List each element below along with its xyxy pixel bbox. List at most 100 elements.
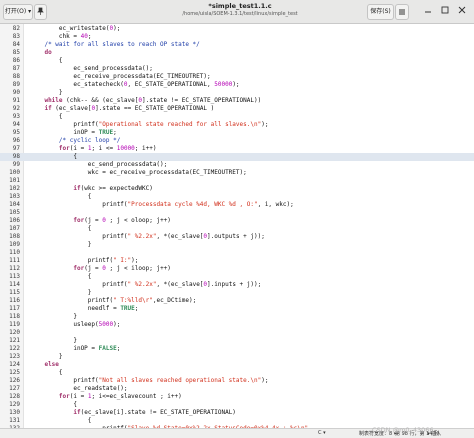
code-line[interactable]: 91 while (chk-- && (ec_slave[0].state !=…: [0, 97, 474, 105]
code-line[interactable]: 127 ec_readstate();: [0, 385, 474, 393]
code-text[interactable]: {: [30, 193, 92, 201]
code-line[interactable]: 101: [0, 177, 474, 185]
code-line[interactable]: 82 ec_writestate(0);: [0, 25, 474, 33]
code-line[interactable]: 128 for(i = 1; i<=ec_slavecount ; i++): [0, 393, 474, 401]
code-line[interactable]: 105: [0, 209, 474, 217]
code-line[interactable]: 90 }: [0, 89, 474, 97]
code-line[interactable]: 119 usleep(5000);: [0, 321, 474, 329]
code-text[interactable]: ec_statecheck(0, EC_STATE_OPERATIONAL, 5…: [30, 81, 239, 89]
code-line[interactable]: 116 printf(" T:%lld\r",ec_DCtime);: [0, 297, 474, 305]
code-text[interactable]: ec_writestate(0);: [30, 25, 120, 33]
maximize-icon[interactable]: [438, 5, 452, 19]
code-line[interactable]: 98 {: [0, 153, 474, 161]
code-text[interactable]: do: [30, 49, 51, 57]
code-text[interactable]: for(i = 1; i<=ec_slavecount ; i++): [30, 393, 182, 401]
code-text[interactable]: if(ec_slave[i].state != EC_STATE_OPERATI…: [30, 409, 236, 417]
code-line[interactable]: 86 {: [0, 57, 474, 65]
minimize-icon[interactable]: [421, 5, 435, 19]
code-text[interactable]: }: [30, 337, 77, 345]
code-text[interactable]: }: [30, 241, 92, 249]
code-line[interactable]: 110: [0, 249, 474, 257]
code-text[interactable]: while (chk-- && (ec_slave[0].state != EC…: [30, 97, 261, 105]
code-line[interactable]: 103 {: [0, 193, 474, 201]
code-text[interactable]: ec_readstate();: [30, 385, 127, 393]
code-line[interactable]: 89 ec_statecheck(0, EC_STATE_OPERATIONAL…: [0, 81, 474, 89]
code-line[interactable]: 83 chk = 40;: [0, 33, 474, 41]
code-line[interactable]: 124 else: [0, 361, 474, 369]
code-text[interactable]: {: [30, 369, 63, 377]
code-text[interactable]: ec_receive_processdata(EC_TIMEOUTRET);: [30, 73, 210, 81]
code-line[interactable]: 111 printf(" I:");: [0, 257, 474, 265]
code-text[interactable]: {: [30, 401, 77, 409]
code-text[interactable]: {: [30, 225, 92, 233]
code-line[interactable]: 113 {: [0, 273, 474, 281]
code-line[interactable]: 85 do: [0, 49, 474, 57]
code-text[interactable]: printf(" %2.2x", *(ec_slave[0].inputs + …: [30, 281, 261, 289]
code-line[interactable]: 100 wkc = ec_receive_processdata(EC_TIME…: [0, 169, 474, 177]
code-line[interactable]: 92 if (ec_slave[0].state == EC_STATE_OPE…: [0, 105, 474, 113]
code-line[interactable]: 96 /* cyclic loop */: [0, 137, 474, 145]
code-text[interactable]: printf("Operational state reached for al…: [30, 121, 268, 129]
code-text[interactable]: printf("Processdata cycle %4d, WKC %d , …: [30, 201, 293, 209]
code-line[interactable]: 97 for(i = 1; i <= 10000; i++): [0, 145, 474, 153]
code-text[interactable]: {: [30, 273, 92, 281]
code-text[interactable]: printf("Not all slaves reached operation…: [30, 377, 268, 385]
code-line[interactable]: 104 printf("Processdata cycle %4d, WKC %…: [0, 201, 474, 209]
code-text[interactable]: {: [30, 113, 63, 121]
code-text[interactable]: }: [30, 353, 63, 361]
code-text[interactable]: needlf = TRUE;: [30, 305, 139, 313]
code-text[interactable]: for(i = 1; i <= 10000; i++): [30, 145, 157, 153]
code-text[interactable]: {: [30, 417, 92, 425]
code-line[interactable]: 117 needlf = TRUE;: [0, 305, 474, 313]
code-line[interactable]: 129 {: [0, 401, 474, 409]
code-text[interactable]: if (ec_slave[0].state == EC_STATE_OPERAT…: [30, 105, 214, 113]
code-text[interactable]: }: [30, 89, 63, 97]
code-line[interactable]: 95 inOP = TRUE;: [0, 129, 474, 137]
language-selector[interactable]: C ▾: [318, 430, 326, 436]
code-line[interactable]: 114 printf(" %2.2x", *(ec_slave[0].input…: [0, 281, 474, 289]
code-text[interactable]: for(j = 0 ; j < oloop; j++): [30, 217, 171, 225]
code-line[interactable]: 88 ec_receive_processdata(EC_TIMEOUTRET)…: [0, 73, 474, 81]
code-line[interactable]: 108 printf(" %2.2x", *(ec_slave[0].outpu…: [0, 233, 474, 241]
code-text[interactable]: {: [30, 153, 77, 161]
code-text[interactable]: ec_send_processdata();: [30, 65, 152, 73]
save-button[interactable]: 保存(S): [367, 4, 394, 20]
code-text[interactable]: /* cyclic loop */: [30, 137, 120, 145]
code-text[interactable]: for(j = 0 ; j < iloop; j++): [30, 265, 171, 273]
code-line[interactable]: 93 {: [0, 113, 474, 121]
code-text[interactable]: /* wait for all slaves to reach OP state…: [30, 41, 199, 49]
code-text[interactable]: else: [30, 361, 58, 369]
code-line[interactable]: 94 printf("Operational state reached for…: [0, 121, 474, 129]
code-line[interactable]: 121 }: [0, 337, 474, 345]
code-text[interactable]: printf(" T:%lld\r",ec_DCtime);: [30, 297, 196, 305]
code-text[interactable]: if(wkc >= expectedWKC): [30, 185, 152, 193]
code-line[interactable]: 123 }: [0, 353, 474, 361]
code-line[interactable]: 122 inOP = FALSE;: [0, 345, 474, 353]
code-editor[interactable]: 82 ec_writestate(0); 83 chk = 40; 84 /* wa…: [0, 24, 474, 428]
code-line[interactable]: 99 ec_send_processdata();: [0, 161, 474, 169]
code-text[interactable]: inOP = TRUE;: [30, 129, 116, 137]
code-line[interactable]: 126 printf("Not all slaves reached opera…: [0, 377, 474, 385]
code-text[interactable]: inOP = FALSE;: [30, 345, 120, 353]
code-line[interactable]: 102 if(wkc >= expectedWKC): [0, 185, 474, 193]
code-line[interactable]: 130 if(ec_slave[i].state != EC_STATE_OPE…: [0, 409, 474, 417]
close-icon[interactable]: [455, 5, 469, 19]
code-line[interactable]: 112 for(j = 0 ; j < iloop; j++): [0, 265, 474, 273]
pin-icon[interactable]: [34, 4, 47, 20]
code-line[interactable]: 107 {: [0, 225, 474, 233]
code-text[interactable]: printf(" %2.2x", *(ec_slave[0].outputs +…: [30, 233, 265, 241]
code-line[interactable]: 109 }: [0, 241, 474, 249]
code-text[interactable]: ec_send_processdata();: [30, 161, 167, 169]
code-line[interactable]: 125 {: [0, 369, 474, 377]
code-text[interactable]: usleep(5000);: [30, 321, 120, 329]
open-button[interactable]: 打开(O) ▾: [3, 4, 33, 20]
code-line[interactable]: 106 for(j = 0 ; j < oloop; j++): [0, 217, 474, 225]
code-line[interactable]: 131 {: [0, 417, 474, 425]
code-text[interactable]: {: [30, 57, 63, 65]
code-text[interactable]: }: [30, 313, 77, 321]
hamburger-menu-icon[interactable]: [395, 4, 409, 20]
code-text[interactable]: wkc = ec_receive_processdata(EC_TIMEOUTR…: [30, 169, 247, 177]
code-text[interactable]: }: [30, 289, 92, 297]
code-line[interactable]: 84 /* wait for all slaves to reach OP st…: [0, 41, 474, 49]
code-line[interactable]: 120: [0, 329, 474, 337]
